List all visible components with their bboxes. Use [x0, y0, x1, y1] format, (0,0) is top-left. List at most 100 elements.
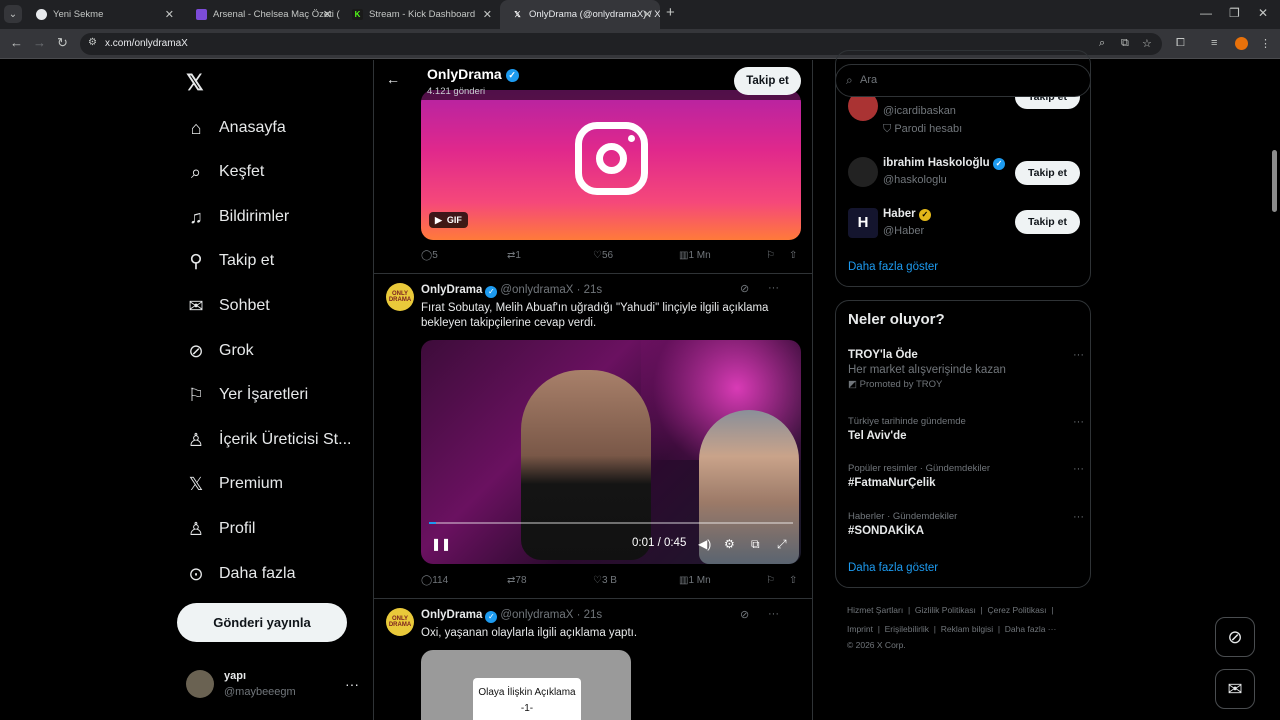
grok-icon[interactable]: ⊘	[740, 608, 749, 621]
profile-avatar[interactable]	[1235, 37, 1248, 50]
menu-icon[interactable]: ⋮	[1260, 37, 1271, 50]
reply-button[interactable]: ◯ 114	[421, 575, 448, 586]
more-dots-icon[interactable]: ···	[1073, 416, 1084, 428]
restore-icon[interactable]: ❐	[1229, 6, 1240, 20]
more-dots-icon[interactable]: ···	[768, 282, 779, 294]
footer-link[interactable]: Çerez Politikası	[987, 605, 1046, 615]
close-icon[interactable]: ✕	[643, 8, 652, 21]
reply-button[interactable]: ◯ 5	[421, 250, 438, 261]
site-settings-icon[interactable]: ⚙	[88, 37, 97, 48]
trend-item[interactable]: Türkiye tarihinde gündemde Tel Aviv'de ·…	[848, 416, 1084, 442]
browser-tab-arsenal[interactable]: Arsenal - Chelsea Maç Özeti (V... ✕	[184, 0, 340, 29]
author-name[interactable]: OnlyDrama	[421, 609, 482, 621]
footer-link[interactable]: Erişilebilirlik	[885, 624, 929, 634]
pause-icon[interactable]: ❚❚	[431, 537, 451, 551]
close-icon[interactable]: ✕	[165, 8, 174, 21]
reload-icon[interactable]: ↻	[57, 35, 68, 51]
author-name[interactable]: OnlyDrama	[421, 284, 482, 296]
messages-float-button[interactable]: ✉	[1215, 669, 1255, 709]
nav-more[interactable]: ⊙ Daha fazla	[184, 555, 295, 593]
follow-button[interactable]: Takip et	[1015, 161, 1080, 185]
account-switcher[interactable]: yapı @maybeeegm ···	[186, 670, 372, 710]
grok-icon[interactable]: ⊘	[740, 282, 749, 295]
nav-chat[interactable]: ✉ Sohbet	[184, 287, 269, 325]
fullscreen-icon[interactable]: ⤢	[777, 537, 787, 552]
url-text[interactable]: x.com/onlydramaX	[105, 38, 188, 49]
scrollbar-thumb[interactable]	[1272, 150, 1277, 212]
footer-link[interactable]: Hizmet Şartları	[847, 605, 903, 615]
show-more-link[interactable]: Daha fazla göster	[848, 261, 938, 273]
author-handle[interactable]: @onlydramaX	[500, 284, 573, 296]
show-more-link[interactable]: Daha fazla göster	[848, 562, 938, 574]
back-arrow-icon[interactable]: ←	[386, 71, 400, 87]
tweet-image[interactable]: Olaya İlişkin Açıklama -1-	[421, 650, 631, 720]
tweet-gif-media[interactable]: ▶ GIF	[421, 90, 801, 240]
install-icon[interactable]: ⧉	[1121, 37, 1129, 50]
nav-bookmarks[interactable]: ⚐ Yer İşaretleri	[184, 376, 308, 414]
bookmark-icon[interactable]: ⚐	[766, 575, 775, 586]
pip-icon[interactable]: ⧉	[751, 537, 760, 552]
follow-button[interactable]: Takip et	[734, 67, 801, 95]
like-button[interactable]: ♡ 56	[593, 250, 613, 261]
new-tab-icon[interactable]: +	[666, 4, 675, 21]
suggested-user[interactable]: @icardibaskan ⛉ Parodi hesabı Takip et	[848, 85, 1088, 135]
settings-icon[interactable]: ⚙	[724, 537, 735, 551]
footer-link[interactable]: Reklam bilgisi	[941, 624, 993, 634]
search-box[interactable]: ⌕ Ara	[835, 64, 1091, 97]
forward-icon[interactable]: →	[33, 35, 46, 50]
close-icon[interactable]: ✕	[323, 8, 332, 21]
repost-button[interactable]: ⇄ 1	[507, 250, 521, 261]
footer-link[interactable]: Gizlilik Politikası	[915, 605, 976, 615]
nav-follow[interactable]: ⚲ Takip et	[184, 242, 274, 280]
media-controls-icon[interactable]: ≡	[1211, 37, 1217, 49]
nav-premium[interactable]: 𝕏 Premium	[184, 465, 283, 503]
views-button[interactable]: ▥ 1 Mn	[679, 250, 711, 261]
nav-notifications[interactable]: ♫ Bildirimler	[184, 198, 289, 236]
tweet-video[interactable]: ❚❚ 0:01 / 0:45 ◀) ⚙ ⧉ ⤢	[421, 340, 801, 564]
footer-link[interactable]: Imprint	[847, 624, 873, 634]
volume-icon[interactable]: ◀)	[698, 537, 711, 551]
nav-profile[interactable]: ♙ Profil	[184, 510, 256, 548]
share-icon[interactable]: ⇧	[789, 250, 797, 261]
grok-float-button[interactable]: ⊘	[1215, 617, 1255, 657]
more-dots-icon[interactable]: ···	[768, 608, 779, 620]
browser-tab-kick[interactable]: K Stream - Kick Dashboard ✕	[340, 0, 500, 29]
trend-item[interactable]: TROY'la Öde Her market alışverişinde kaz…	[848, 349, 1084, 390]
window-close-icon[interactable]: ✕	[1258, 6, 1268, 20]
repost-button[interactable]: ⇄ 78	[507, 575, 527, 586]
nav-home[interactable]: ⌂ Anasayfa	[184, 109, 286, 147]
more-dots-icon[interactable]: ···	[1073, 463, 1084, 475]
extensions-icon[interactable]: ⧠	[1176, 37, 1185, 50]
video-progress-bar[interactable]	[429, 522, 793, 524]
zoom-icon[interactable]: ⌕	[1099, 37, 1105, 50]
tweet-time[interactable]: 21s	[584, 284, 603, 296]
trend-item[interactable]: Popüler resimler · Gündemdekiler #FatmaN…	[848, 463, 1084, 489]
more-dots-icon[interactable]: ···	[1073, 349, 1084, 361]
minimize-icon[interactable]: —	[1200, 6, 1212, 20]
avatar[interactable]: ONLY DRAMA	[386, 608, 414, 636]
tab-search-icon[interactable]: ⌄	[4, 5, 22, 23]
follow-button[interactable]: Takip et	[1015, 210, 1080, 234]
author-handle[interactable]: @onlydramaX	[500, 609, 573, 621]
more-dots-icon[interactable]: ···	[1073, 511, 1084, 523]
nav-explore[interactable]: ⌕ Keşfet	[184, 153, 264, 191]
footer-link[interactable]: Daha fazla ···	[1005, 624, 1057, 634]
browser-tab-onlydrama[interactable]: 𝕏 OnlyDrama (@onlydramaX) / X ✕	[500, 0, 660, 29]
share-icon[interactable]: ⇧	[789, 575, 797, 586]
suggested-user[interactable]: ibrahim Haskoloğlu ✓ @haskologlu Takip e…	[848, 157, 1088, 197]
browser-tab-new[interactable]: Yeni Sekme ✕	[24, 0, 182, 29]
suggested-user[interactable]: H Haber ✓ @Haber Takip et	[848, 208, 1088, 248]
x-logo-icon[interactable]: 𝕏	[186, 70, 204, 96]
trend-item[interactable]: Haberler · Gündemdekiler #SONDAKİKA ···	[848, 511, 1084, 537]
views-button[interactable]: ▥ 1 Mn	[679, 575, 711, 586]
bookmark-star-icon[interactable]: ☆	[1142, 37, 1152, 50]
close-icon[interactable]: ✕	[483, 8, 492, 21]
avatar[interactable]: ONLY DRAMA	[386, 283, 414, 311]
post-button[interactable]: Gönderi yayınla	[177, 603, 347, 642]
nav-grok[interactable]: ⊘ Grok	[184, 332, 253, 370]
nav-creator-studio[interactable]: ♙ İçerik Üreticisi St...	[184, 421, 352, 459]
bookmark-icon[interactable]: ⚐	[766, 250, 775, 261]
like-button[interactable]: ♡ 3 B	[593, 575, 617, 586]
back-icon[interactable]: ←	[10, 35, 23, 50]
tweet-time[interactable]: 21s	[584, 609, 603, 621]
